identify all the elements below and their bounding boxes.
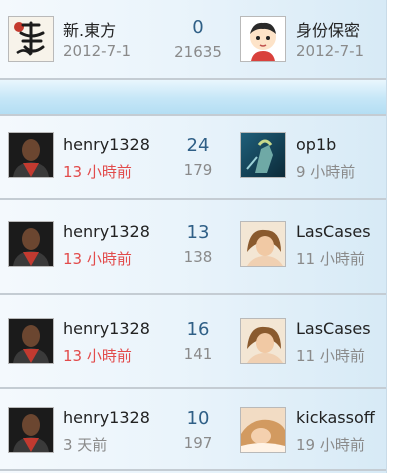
man-red-jacket-icon bbox=[9, 133, 53, 177]
post-time: 13 小時前 bbox=[63, 163, 132, 181]
woman-photo-icon bbox=[241, 319, 285, 363]
man-red-jacket-icon bbox=[9, 222, 53, 266]
thread-list: 新.東方 2012-7-1 0 21635 身份保密 2012-7-1 henr… bbox=[0, 0, 387, 473]
thread-row: henry1328 13 小時前 13 138 LasCases 11 小時前 bbox=[0, 200, 386, 295]
woman-lying-avatar[interactable] bbox=[240, 407, 286, 453]
man-red-jacket-avatar[interactable] bbox=[8, 132, 54, 178]
thread-starter-name[interactable]: LasCases bbox=[296, 222, 371, 241]
reply-count: 13 bbox=[186, 222, 210, 243]
thread-starter-name[interactable]: kickassoff bbox=[296, 408, 375, 427]
warrior-figure-icon bbox=[241, 133, 285, 177]
post-time: 13 小時前 bbox=[63, 347, 132, 365]
thread-starter-name[interactable]: LasCases bbox=[296, 319, 371, 338]
start-time: 11 小時前 bbox=[296, 250, 365, 268]
thread-starter-name[interactable]: op1b bbox=[296, 135, 336, 154]
start-time: 9 小時前 bbox=[296, 163, 356, 181]
thread-row: henry1328 13 小時前 24 179 op1b 9 小時前 bbox=[0, 116, 386, 200]
view-count: 141 bbox=[183, 345, 213, 363]
view-count: 21635 bbox=[174, 43, 222, 61]
cartoon-boy-icon bbox=[241, 17, 285, 61]
view-count: 197 bbox=[183, 434, 213, 452]
post-time: 13 小時前 bbox=[63, 250, 132, 268]
view-count: 138 bbox=[183, 248, 213, 266]
woman-photo-avatar[interactable] bbox=[240, 221, 286, 267]
view-count: 179 bbox=[183, 161, 213, 179]
man-red-jacket-avatar[interactable] bbox=[8, 221, 54, 267]
woman-photo-icon bbox=[241, 222, 285, 266]
man-red-jacket-icon bbox=[9, 408, 53, 452]
start-time: 19 小時前 bbox=[296, 436, 365, 454]
thread-row: henry1328 13 小時前 16 141 LasCases 11 小時前 bbox=[0, 295, 386, 389]
last-poster-name[interactable]: henry1328 bbox=[63, 135, 150, 154]
reply-count: 10 bbox=[186, 408, 210, 429]
last-poster-name[interactable]: henry1328 bbox=[63, 319, 150, 338]
man-red-jacket-avatar[interactable] bbox=[8, 407, 54, 453]
reply-count: 24 bbox=[186, 135, 210, 156]
cartoon-boy-avatar[interactable] bbox=[240, 16, 286, 62]
warrior-figure-avatar[interactable] bbox=[240, 132, 286, 178]
last-poster-name[interactable]: henry1328 bbox=[63, 408, 150, 427]
last-poster-name[interactable]: 新.東方 bbox=[63, 17, 116, 41]
man-red-jacket-icon bbox=[9, 319, 53, 363]
woman-lying-icon bbox=[241, 408, 285, 452]
thread-starter-name[interactable]: 身份保密 bbox=[296, 17, 360, 41]
reply-count: 16 bbox=[186, 319, 210, 340]
calligraphy-icon bbox=[9, 17, 53, 61]
last-poster-name[interactable]: henry1328 bbox=[63, 222, 150, 241]
thread-row: 新.東方 2012-7-1 0 21635 身份保密 2012-7-1 bbox=[0, 0, 386, 80]
start-time: 2012-7-1 bbox=[296, 42, 365, 60]
post-time: 2012-7-1 bbox=[63, 42, 132, 60]
thread-row: henry1328 3 天前 10 197 kickassoff 19 小時前 bbox=[0, 389, 386, 471]
post-time: 3 天前 bbox=[63, 436, 108, 454]
woman-photo-avatar[interactable] bbox=[240, 318, 286, 364]
section-divider bbox=[0, 80, 386, 116]
reply-count: 0 bbox=[192, 17, 204, 38]
man-red-jacket-avatar[interactable] bbox=[8, 318, 54, 364]
calligraphy-avatar[interactable] bbox=[8, 16, 54, 62]
start-time: 11 小時前 bbox=[296, 347, 365, 365]
